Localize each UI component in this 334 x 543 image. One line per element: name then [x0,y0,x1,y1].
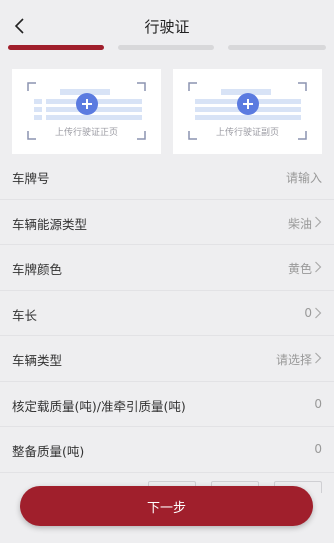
upload-back-label: 上传行驶证副页 [215,128,279,138]
rated-load-input[interactable]: 0 [314,397,322,411]
chevron-right-icon [315,216,322,227]
chevron-right-icon [315,307,322,318]
upload-front-label: 上传行驶证正页 [54,128,118,138]
vehicle-length-value[interactable]: 0 [304,306,312,320]
vehicle-type-value[interactable]: 请选择 [276,351,312,368]
chevron-right-icon [315,261,322,273]
plate-number-input[interactable]: 请输入 [286,169,322,186]
next-step-button[interactable]: 下一步 [20,486,313,526]
plus-icon[interactable] [237,93,259,115]
step-1-indicator [8,45,104,50]
step-progress [8,45,326,50]
row-label: 整备质量(吨) [12,444,85,459]
form-row-plate-color[interactable]: 车牌颜色 黄色 [0,245,334,291]
step-3-indicator [228,45,326,50]
chevron-right-icon [315,352,322,364]
row-label: 车辆类型 [12,353,63,368]
energy-type-value[interactable]: 柴油 [288,215,312,232]
upload-license-back[interactable]: 上传行驶证副页 [173,69,322,155]
form-row-rated-load[interactable]: 核定载质量(吨)/准牵引质量(吨) 0 [0,381,334,427]
step-2-indicator [118,45,214,50]
plate-color-value[interactable]: 黄色 [288,260,312,277]
row-label: 车牌颜色 [12,262,63,277]
row-label: 车辆能源类型 [12,216,88,232]
form-row-curb-weight[interactable]: 整备质量(吨) 0 [0,427,334,473]
license-form: 车牌号 请输入 车辆能源类型 柴油 车牌颜色 黄色 车长 0 车辆类型 请选择 … [0,154,334,473]
header-bar: 行驶证 [0,0,334,40]
form-row-plate-number[interactable]: 车牌号 请输入 [0,154,334,200]
license-upload-area: 上传行驶证正页 上传行驶证副页 [12,69,322,155]
form-row-vehicle-type[interactable]: 车辆类型 请选择 [0,336,334,382]
page-title: 行驶证 [144,18,190,36]
row-label: 车长 [12,307,38,323]
form-row-vehicle-length[interactable]: 车长 0 [0,290,334,336]
row-label: 核定载质量(吨)/准牵引质量(吨) [12,398,186,414]
row-label: 车牌号 [12,171,50,186]
form-row-energy-type[interactable]: 车辆能源类型 柴油 [0,199,334,245]
curb-weight-input[interactable]: 0 [314,442,322,456]
upload-license-front[interactable]: 上传行驶证正页 [12,69,161,155]
plus-icon[interactable] [76,93,98,115]
